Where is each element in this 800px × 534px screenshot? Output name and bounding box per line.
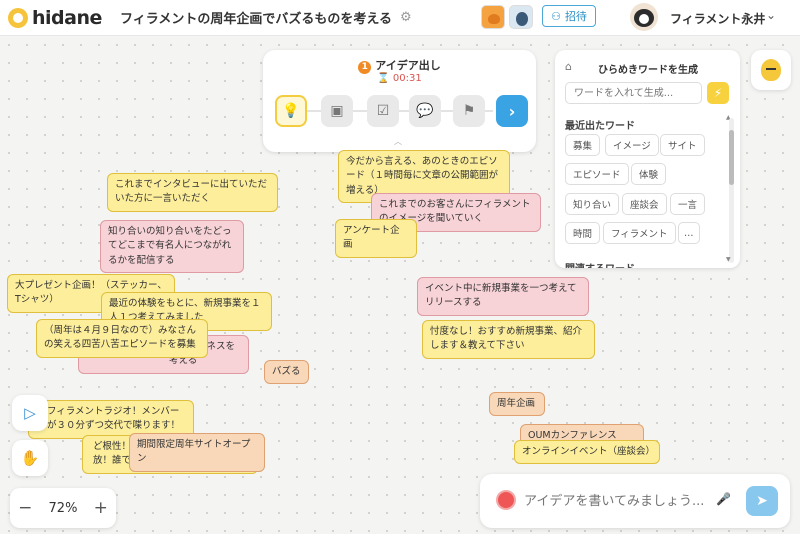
sticky-note-line: ど根性！ — [93, 441, 132, 452]
sticky-note[interactable]: オンラインイベント（座談会） — [514, 440, 660, 465]
gear-icon[interactable]: ⚙ — [400, 10, 412, 25]
word-chip[interactable]: イメージ — [605, 134, 659, 156]
generate-button[interactable]: ⚡ — [707, 82, 729, 104]
sticky-note[interactable]: 周年企画 — [489, 392, 545, 417]
select-tool-button[interactable]: ▷ — [12, 395, 48, 431]
word-chip[interactable]: サイト — [660, 134, 705, 156]
sticky-note[interactable]: 忖度なし！おすすめ新規事業、紹介します＆教えて下さい — [422, 320, 595, 359]
word-panel-scrollbar[interactable] — [729, 118, 734, 263]
idea-input-bar: 🎤 ➤ — [480, 474, 790, 528]
invite-button[interactable]: ⚇ 招待 — [542, 5, 596, 27]
collapse-icon[interactable]: ︿ — [394, 136, 402, 147]
home-icon[interactable]: ⌂ — [565, 60, 572, 73]
word-generator-panel: ⌂ ひらめきワードを生成 ⚡ 最近出たワード 募集 イメージ サイト エピソード… — [555, 50, 740, 268]
scroll-down-icon[interactable]: ▼ — [726, 256, 731, 263]
zoom-out-button[interactable]: − — [18, 498, 32, 518]
step-group-icon[interactable]: ▣ — [321, 95, 353, 127]
word-input[interactable] — [565, 82, 702, 104]
timer-value: 00:31 — [392, 73, 422, 84]
user-name[interactable]: フィラメント永井 — [670, 10, 765, 27]
more-words-button[interactable]: … — [678, 222, 700, 244]
member-avatar-1[interactable] — [481, 5, 505, 29]
zoom-level: 72% — [48, 500, 78, 516]
word-chip[interactable]: 募集 — [565, 134, 601, 156]
related-words-label: 関連するワード — [565, 260, 635, 268]
sticky-note[interactable]: アンケート企画 — [335, 219, 417, 258]
sticky-note[interactable]: バズる — [264, 360, 309, 385]
bulb-character-icon — [761, 59, 781, 81]
hidane-logo[interactable]: hidane — [8, 7, 108, 29]
send-icon: ➤ — [756, 493, 768, 509]
logo-text: hidane — [32, 6, 102, 29]
word-chip[interactable]: 知り合い — [565, 193, 620, 215]
logo-mark-icon — [8, 7, 28, 28]
hint-bulb-button[interactable] — [751, 50, 791, 90]
word-panel-title: ひらめきワードを生成 — [598, 65, 698, 76]
step-flag-icon[interactable]: ⚑ — [453, 95, 485, 127]
chevron-down-icon[interactable]: ⌄ — [766, 8, 776, 22]
hourglass-icon: ⌛ — [377, 73, 390, 84]
board-title[interactable]: フィラメントの周年企画でバズるものを考える — [120, 8, 392, 27]
sticky-note[interactable]: 知り合いの知り合いをたどってどこまで有名人につながれるかを配信する — [100, 220, 244, 273]
lightning-icon: ⚡ — [713, 86, 723, 100]
step-panel: 1 アイデア出し ⌛ 00:31 💡 ▣ ☑ 💬 ⚑ › ︿ — [263, 50, 536, 152]
word-chip[interactable]: 一言 — [670, 193, 706, 215]
word-chip[interactable]: 座談会 — [622, 193, 667, 215]
zoom-control: − 72% + — [10, 488, 116, 528]
hand-icon: ✋ — [20, 449, 40, 467]
sticky-note[interactable]: （周年は４月９日なので）みなさんの笑える四苦八苦エピソードを募集 — [36, 319, 208, 358]
sticky-color-picker[interactable] — [496, 490, 516, 510]
step-title: アイデア出し — [375, 59, 441, 72]
member-avatar-2[interactable] — [509, 5, 533, 29]
step-timer: ⌛ 00:31 — [263, 73, 536, 84]
word-chip[interactable]: フィラメント — [603, 222, 676, 244]
next-step-button[interactable]: › — [496, 95, 528, 127]
invite-label: 招待 — [564, 10, 587, 23]
recent-words-label: 最近出たワード — [565, 121, 635, 132]
step-idea-bulb-icon[interactable]: 💡 — [275, 95, 307, 127]
word-chip[interactable]: 体験 — [631, 163, 667, 185]
sticky-note[interactable]: イベント中に新規事業を一つ考えてリリースする — [417, 277, 589, 316]
sticky-note[interactable]: 期間限定周年サイトオープン — [129, 433, 265, 472]
hand-tool-button[interactable]: ✋ — [12, 440, 48, 476]
cursor-icon: ▷ — [24, 404, 36, 422]
microphone-icon[interactable]: 🎤 — [716, 492, 731, 506]
sticky-note[interactable]: これまでインタビューに出ていただいた方に一言いただく — [107, 173, 278, 212]
word-chip[interactable]: 時間 — [565, 222, 601, 244]
idea-input[interactable] — [524, 490, 729, 512]
send-button[interactable]: ➤ — [746, 486, 778, 516]
zoom-in-button[interactable]: + — [94, 498, 108, 518]
step-discuss-icon[interactable]: 💬 — [409, 95, 441, 127]
word-chip[interactable]: エピソード — [565, 163, 629, 185]
add-user-icon: ⚇ — [551, 9, 561, 23]
user-avatar[interactable] — [630, 3, 658, 31]
step-header: 1 アイデア出し — [263, 57, 536, 74]
step-select-icon[interactable]: ☑ — [367, 95, 399, 127]
